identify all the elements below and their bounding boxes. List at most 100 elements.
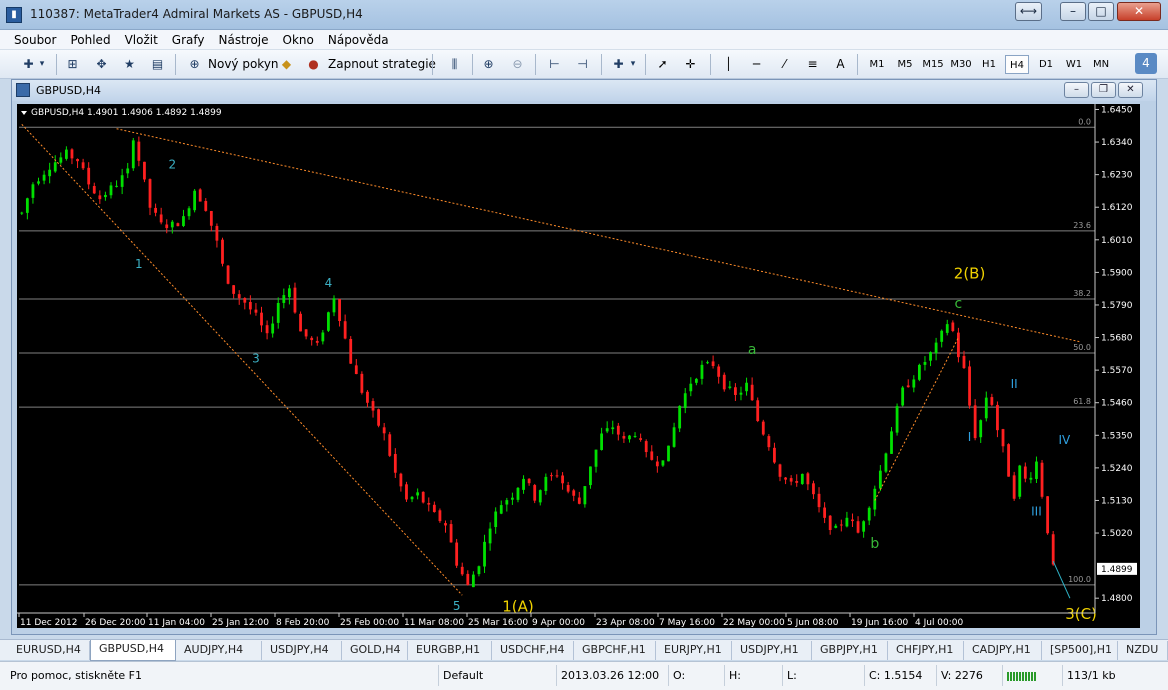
price-chart[interactable]: 0.023.638.250.061.8100.021345 1(A)ab2(B)c… xyxy=(17,104,1140,628)
connection-bars-icon xyxy=(1002,665,1062,686)
candle-body xyxy=(37,181,40,184)
new-order-icon[interactable]: ⊕ xyxy=(184,54,205,75)
warning-icon[interactable]: ◆ xyxy=(276,54,297,75)
time-tick-label: 25 Mar 16:00 xyxy=(468,618,528,628)
candle-body xyxy=(845,517,849,527)
timeframe-m5[interactable]: M5 xyxy=(893,55,917,74)
menu-charts[interactable]: Grafy xyxy=(165,30,212,50)
menu-insert[interactable]: Vložit xyxy=(118,30,165,50)
timeframe-d1[interactable]: D1 xyxy=(1034,55,1058,74)
text-tool-icon[interactable]: A xyxy=(830,54,851,75)
favorites-icon[interactable]: ★ xyxy=(119,54,140,75)
timeframe-h4[interactable]: H4 xyxy=(1005,55,1029,74)
crosshair-icon[interactable]: ✛ xyxy=(680,54,701,75)
symbol-tab[interactable]: CHFJPY,H1 xyxy=(888,641,964,660)
timeframe-h1[interactable]: H1 xyxy=(977,55,1001,74)
candle-body xyxy=(98,195,102,200)
menu-window[interactable]: Okno xyxy=(276,30,321,50)
chart-restore-button[interactable]: ❐ xyxy=(1091,82,1116,98)
candle-body xyxy=(812,483,815,495)
menu-view[interactable]: Pohled xyxy=(63,30,117,50)
symbol-tab[interactable]: GBPCHF,H1 xyxy=(574,641,656,660)
timeframe-w1[interactable]: W1 xyxy=(1062,55,1086,74)
close-button[interactable]: ✕ xyxy=(1117,2,1161,21)
symbol-tab[interactable]: NZDU xyxy=(1118,641,1168,660)
menu-file[interactable]: Soubor xyxy=(0,30,63,50)
candle-body xyxy=(622,436,626,439)
trendline-icon[interactable]: ⁄ xyxy=(774,54,795,75)
horizontal-line-icon[interactable]: ─ xyxy=(746,54,767,75)
wave-label: I xyxy=(968,430,972,444)
candle-body xyxy=(276,302,280,323)
candle-body xyxy=(544,476,548,491)
market-watch-icon[interactable]: ⊞ xyxy=(62,54,83,75)
candle-body xyxy=(667,445,670,462)
candle-body xyxy=(354,365,358,375)
chart-window-icon xyxy=(16,83,30,97)
strategies-icon[interactable]: ● xyxy=(303,54,324,75)
zoom-in-icon[interactable]: ⊕ xyxy=(478,54,499,75)
candle-body xyxy=(371,401,375,411)
candle-body xyxy=(243,298,247,303)
indicators-icon[interactable]: ✚ xyxy=(608,54,629,75)
candle-body xyxy=(984,397,988,419)
menu-tools[interactable]: Nástroje xyxy=(212,30,276,50)
candle-body xyxy=(929,352,932,361)
autoscroll-icon[interactable]: ⊢ xyxy=(544,54,565,75)
resize-icon[interactable]: ⟷ xyxy=(1015,2,1042,21)
candle-body xyxy=(800,473,804,484)
candle-body xyxy=(884,453,888,472)
candle-body xyxy=(377,409,380,426)
crosshair-nav-icon[interactable]: ✥ xyxy=(91,54,112,75)
chevron-down-icon[interactable]: ▾ xyxy=(627,54,639,75)
chevron-down-icon[interactable]: ▾ xyxy=(36,54,48,75)
symbol-tab[interactable]: GOLD,H4 xyxy=(342,641,408,660)
candle-body xyxy=(901,387,905,406)
symbol-tab[interactable]: CADJPY,H1 xyxy=(964,641,1042,660)
terminal-icon[interactable]: ▤ xyxy=(147,54,168,75)
symbol-tabs: EURUSD,H4 GBPUSD,H4 AUDJPY,H4 USDJPY,H4 GOLD… xyxy=(0,639,1168,661)
price-tick-label: 1.6230 xyxy=(1101,171,1133,181)
new-order-button[interactable]: Nový pokyn xyxy=(205,54,282,75)
candle-body xyxy=(990,397,994,405)
symbol-tab[interactable]: USDJPY,H1 xyxy=(732,641,812,660)
timeframe-mn[interactable]: MN xyxy=(1089,55,1113,74)
zoom-out-icon[interactable]: ⊖ xyxy=(507,54,528,75)
timeframe-m15[interactable]: M15 xyxy=(920,55,946,74)
symbol-tab[interactable]: [SP500],H1 xyxy=(1042,641,1118,660)
symbol-tab[interactable]: EURUSD,H4 xyxy=(8,641,90,660)
chart-shift-icon[interactable]: ⊣ xyxy=(572,54,593,75)
symbol-tab[interactable]: EURGBP,H1 xyxy=(408,641,492,660)
symbol-tab[interactable]: GBPUSD,H4 xyxy=(90,640,176,661)
candle-body xyxy=(895,406,899,433)
channel-icon[interactable]: ≡ xyxy=(802,54,823,75)
minimize-button[interactable]: – xyxy=(1060,2,1086,21)
price-tick-label: 1.5460 xyxy=(1101,399,1133,409)
symbol-tab[interactable]: EURJPY,H1 xyxy=(656,641,732,660)
vertical-line-icon[interactable]: │ xyxy=(718,54,739,75)
chart-close-button[interactable]: ✕ xyxy=(1118,82,1143,98)
symbol-tab[interactable]: USDCHF,H4 xyxy=(492,641,574,660)
strategies-button[interactable]: Zapnout strategie xyxy=(325,54,439,75)
candle-body xyxy=(722,374,726,390)
maximize-button[interactable]: □ xyxy=(1088,2,1114,21)
candle-body xyxy=(538,490,542,503)
chart-minimize-button[interactable]: – xyxy=(1064,82,1089,98)
time-tick-label: 9 Apr 00:00 xyxy=(532,618,585,628)
candle-body xyxy=(170,221,174,228)
badge-icon[interactable]: 4 xyxy=(1135,53,1157,74)
menu-help[interactable]: Nápověda xyxy=(321,30,396,50)
chart-bars-icon[interactable]: ⫼ xyxy=(444,54,465,75)
wave-label: 3 xyxy=(252,352,260,366)
candle-body xyxy=(522,478,525,490)
symbol-tab[interactable]: USDJPY,H4 xyxy=(262,641,342,660)
candle-body xyxy=(550,475,553,477)
candle-body xyxy=(856,521,860,533)
fib-level-label: 23.6 xyxy=(1073,221,1091,230)
symbol-tab[interactable]: GBPJPY,H1 xyxy=(812,641,888,660)
symbol-tab[interactable]: AUDJPY,H4 xyxy=(176,641,262,660)
timeframe-m1[interactable]: M1 xyxy=(865,55,889,74)
candle-body xyxy=(934,342,938,354)
timeframe-m30[interactable]: M30 xyxy=(948,55,974,74)
cursor-icon[interactable]: ➚ xyxy=(652,54,673,75)
